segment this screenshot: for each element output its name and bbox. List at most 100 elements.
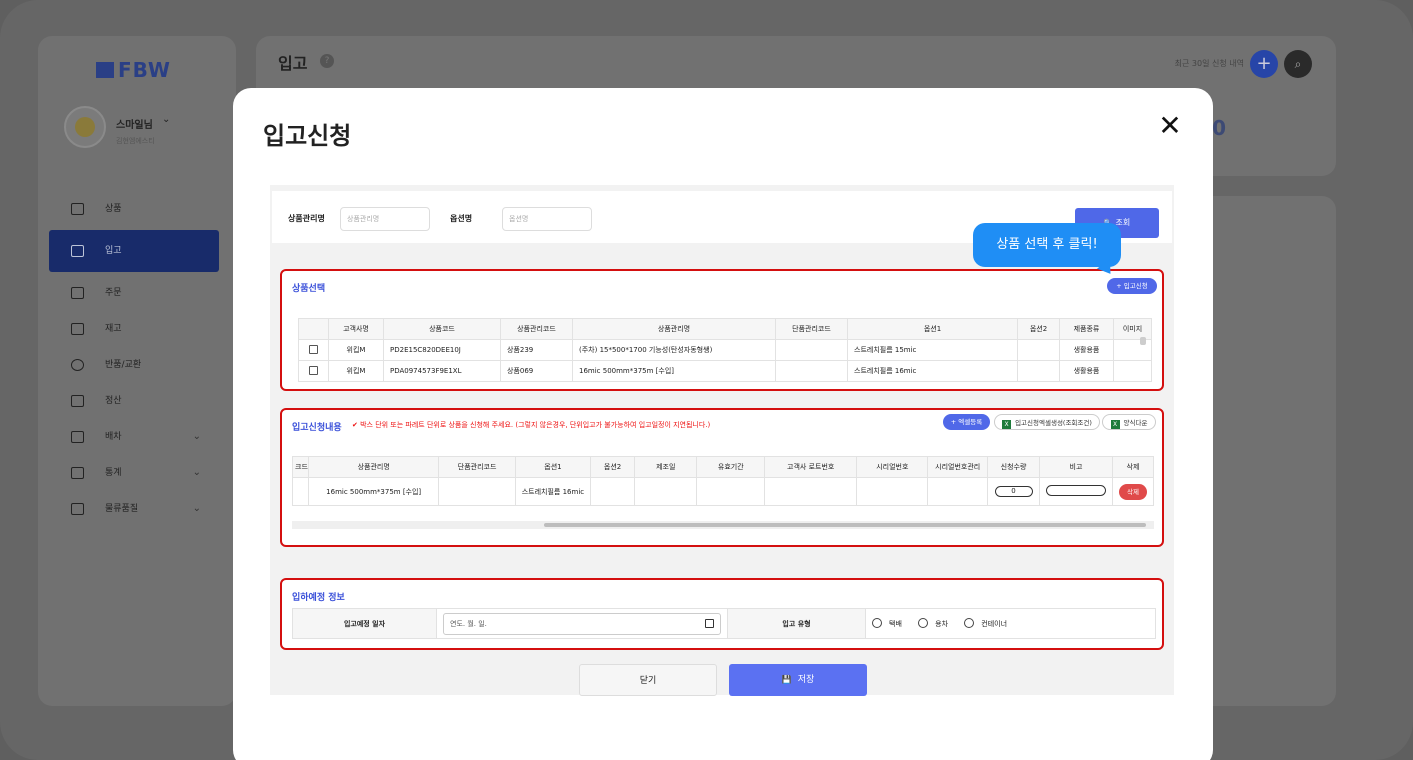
- section-title: 입고신청내용: [292, 423, 342, 433]
- radio-truck[interactable]: 용차: [918, 618, 948, 628]
- table-cell: [1017, 360, 1060, 382]
- table-cell: 0: [987, 477, 1040, 506]
- arrival-info-section: 입하예정 정보 입고예정 일자 연도. 월. 일. 입고 유형 택배 용차 컨테…: [280, 578, 1164, 650]
- table-cell: [856, 477, 929, 506]
- help-icon[interactable]: ?: [320, 54, 334, 68]
- row-checkbox-cell[interactable]: [298, 339, 329, 361]
- close-icon[interactable]: ✕: [1156, 112, 1184, 140]
- radio-container[interactable]: 컨테이너: [964, 618, 1008, 628]
- table-cell: [696, 477, 766, 506]
- remark-input[interactable]: [1045, 485, 1106, 496]
- table-row[interactable]: 위킵M PD2E15C820DEE10J 상품239 (주차) 15*500*1…: [298, 339, 1152, 361]
- button-label: 양식다운: [1123, 419, 1148, 427]
- sidebar-nav: 상품 입고 주문 재고 반품/교환 정산 배차 ⌄ 통계 ⌄ 물류품질 ⌄: [49, 194, 219, 530]
- excel-register-button[interactable]: + 엑셀등록: [943, 414, 990, 430]
- col-header: 유효기간: [696, 456, 766, 478]
- table-cell: (주차) 15*500*1700 기능성(탄성자동형쌩): [572, 339, 776, 361]
- radio-parcel[interactable]: 택배: [872, 618, 902, 628]
- radio-icon[interactable]: [964, 618, 975, 628]
- sidebar-item-label: 정산: [105, 396, 122, 406]
- radio-label: 컨테이너: [981, 620, 1008, 628]
- chevron-down-icon[interactable]: ⌄: [162, 114, 170, 125]
- sidebar-item-order[interactable]: 주문: [49, 278, 219, 314]
- row-checkbox[interactable]: [309, 366, 318, 375]
- horizontal-scrollbar[interactable]: [292, 521, 1154, 529]
- sidebar-item-settlement[interactable]: 정산: [49, 386, 219, 422]
- option-name-label: 옵션명: [450, 214, 473, 223]
- sidebar-item-inbound[interactable]: 입고: [49, 230, 219, 272]
- product-name-label: 상품관리명: [288, 214, 325, 223]
- table-cell: PDA0974573F9E1XL: [383, 360, 501, 382]
- request-table-wrap: 크드 상품관리명 단품관리코드 옵션1 옵션2 제조일 유효기간 고객사 로트번…: [292, 456, 1154, 520]
- sidebar-item-product[interactable]: 상품: [49, 194, 219, 230]
- add-inbound-button[interactable]: + 입고신청: [1107, 278, 1157, 294]
- car-icon: [71, 431, 84, 443]
- col-header: 시리얼번호관리: [927, 456, 989, 478]
- chevron-down-icon: ⌄: [192, 503, 201, 514]
- table-cell: [1038, 477, 1113, 506]
- table-cell: PD2E15C820DEE10J: [383, 339, 501, 361]
- excel-generate-button[interactable]: X 입고신청엑셀생성(조회조건): [994, 414, 1100, 430]
- recent-requests-label[interactable]: 최근 30일 신청 내역: [1175, 58, 1244, 69]
- col-header: 이미지: [1113, 318, 1152, 340]
- close-button[interactable]: 닫기: [579, 664, 717, 696]
- avatar: [64, 106, 106, 148]
- table-row[interactable]: 위킵M PDA0974573F9E1XL 상품069 16mic 500mm*3…: [298, 360, 1152, 382]
- table-cell: 16mic 500mm*375m [수입]: [572, 360, 776, 382]
- product-select-section: 상품선택 + 입고신청 고객사명 상품코드 상품관리코드 상품관리명 단품관리코…: [280, 269, 1164, 391]
- col-header: 비고: [1038, 456, 1113, 478]
- sidebar-item-quality[interactable]: 물류품질 ⌄: [49, 494, 219, 530]
- inbound-request-modal: 입고신청 ✕ 상품관리명 상품관리명 옵션명 옵션명 🔍조회 상품선택 + 입고…: [233, 88, 1213, 760]
- table-row[interactable]: 16mic 500mm*375m [수입] 스트레치필름 16mic 0 삭제: [292, 477, 1154, 506]
- scrollbar-thumb[interactable]: [544, 523, 1146, 527]
- date-placeholder: 연도. 월. 일.: [450, 619, 487, 628]
- delete-button[interactable]: 삭제: [1118, 483, 1147, 500]
- option-name-input[interactable]: 옵션명: [502, 207, 592, 231]
- col-header: 고객사명: [328, 318, 384, 340]
- form-download-button[interactable]: X 양식다운: [1102, 414, 1156, 430]
- sidebar-item-label: 재고: [105, 324, 122, 334]
- request-table: 크드 상품관리명 단품관리코드 옵션1 옵션2 제조일 유효기간 고객사 로트번…: [292, 456, 1154, 506]
- col-header: 옵션2: [1017, 318, 1060, 340]
- quantity-input[interactable]: 0: [994, 486, 1033, 497]
- row-checkbox-cell[interactable]: [298, 360, 329, 382]
- sidebar-item-label: 상품: [105, 204, 122, 214]
- sidebar-item-label: 주문: [105, 288, 122, 298]
- chart-icon: [71, 467, 84, 479]
- section-title: 입하예정 정보: [292, 593, 345, 603]
- warehouse-icon: [71, 245, 84, 257]
- col-header: 크드: [292, 456, 309, 478]
- sidebar-item-dispatch[interactable]: 배차 ⌄: [49, 422, 219, 458]
- save-button[interactable]: 💾 저장: [729, 664, 867, 696]
- sidebar: FBW 스마일님 ⌄ 김현엠에스티 상품 입고 주문 재고 반품/교환 정산 배…: [38, 36, 236, 706]
- date-input[interactable]: 연도. 월. 일.: [443, 612, 721, 635]
- excel-icon: X: [1110, 420, 1120, 429]
- table-cell: [1113, 360, 1152, 382]
- table-header-row: 고객사명 상품코드 상품관리코드 상품관리명 단품관리코드 옵션1 옵션2 제품…: [298, 318, 1152, 340]
- sidebar-item-label: 물류품질: [105, 504, 139, 514]
- arrival-row: 입고예정 일자 연도. 월. 일. 입고 유형 택배 용차 컨테이너: [292, 608, 1156, 639]
- col-header: 고객사 로트번호: [764, 456, 858, 478]
- product-table-wrap: 고객사명 상품코드 상품관리코드 상품관리명 단품관리코드 옵션1 옵션2 제품…: [298, 318, 1158, 382]
- search-icon[interactable]: ⌕: [1284, 50, 1312, 78]
- col-header: 신청수량: [987, 456, 1040, 478]
- col-header: 상품관리코드: [500, 318, 573, 340]
- sidebar-item-stats[interactable]: 통계 ⌄: [49, 458, 219, 494]
- arrival-table: 입고예정 일자 연도. 월. 일. 입고 유형 택배 용차 컨테이너: [292, 608, 1156, 639]
- inventory-icon: [71, 323, 84, 335]
- product-name-input[interactable]: 상품관리명: [340, 207, 430, 231]
- col-header: 상품관리명: [307, 456, 440, 478]
- sidebar-item-return[interactable]: 반품/교환: [49, 350, 219, 386]
- radio-icon[interactable]: [872, 618, 882, 628]
- row-checkbox[interactable]: [309, 345, 318, 354]
- vertical-scrollbar[interactable]: [1140, 337, 1146, 345]
- logo-mark-icon: [96, 62, 114, 78]
- col-header: [298, 318, 329, 340]
- table-cell: 위킵M: [328, 339, 384, 361]
- radio-icon[interactable]: [918, 618, 929, 628]
- user-profile[interactable]: 스마일님 ⌄ 김현엠에스티: [64, 106, 234, 150]
- sidebar-item-inventory[interactable]: 재고: [49, 314, 219, 350]
- add-button[interactable]: +: [1250, 50, 1278, 78]
- calendar-icon[interactable]: [705, 618, 714, 628]
- box-icon: [71, 203, 84, 215]
